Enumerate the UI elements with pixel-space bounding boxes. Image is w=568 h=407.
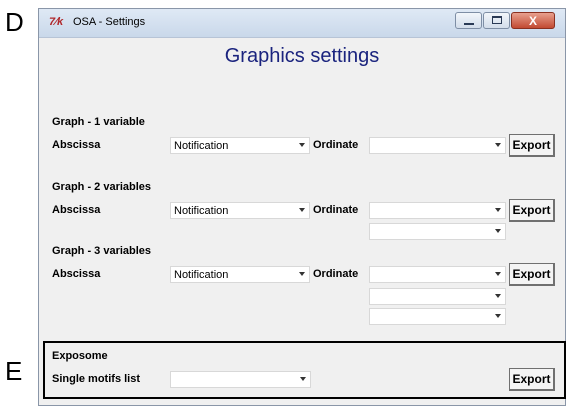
graph-3-abscissa-value: Notification: [174, 269, 229, 281]
exposome-highlight-box: [43, 341, 566, 399]
panel-letter-e: E: [5, 356, 23, 386]
graph-1-title: Graph - 1 variable: [52, 116, 145, 128]
graph-3-export-button[interactable]: Export: [509, 263, 555, 286]
chevron-down-icon: [495, 314, 501, 318]
graph-1-abscissa-value: Notification: [174, 140, 229, 152]
graph-1-ordinate-select-1[interactable]: [369, 137, 506, 154]
page-title: Graphics settings: [224, 45, 380, 67]
minimize-button[interactable]: [455, 12, 482, 29]
title-bar[interactable]: 7⁄k OSA - Settings X: [39, 9, 565, 38]
tk-feather-icon: 7⁄k: [49, 16, 64, 28]
graph-3-ordinate-label: Ordinate: [313, 268, 359, 280]
graph-2-abscissa-label: Abscissa: [52, 204, 101, 216]
chevron-down-icon: [495, 294, 501, 298]
graph-3-ordinate-select-1[interactable]: [369, 266, 506, 283]
graph-3-ordinate-select-2[interactable]: [369, 288, 506, 305]
graph-3-abscissa-select[interactable]: Notification: [170, 266, 310, 283]
chevron-down-icon: [495, 143, 501, 147]
chevron-down-icon: [495, 208, 501, 212]
graph-3-title: Graph - 3 variables: [52, 245, 152, 257]
graph-1-abscissa-label: Abscissa: [52, 139, 101, 151]
graph-2-abscissa-value: Notification: [174, 205, 229, 217]
graph-1-ordinate-label: Ordinate: [313, 139, 359, 151]
chevron-down-icon: [299, 272, 305, 276]
close-icon: X: [528, 14, 537, 28]
chevron-down-icon: [299, 143, 305, 147]
maximize-button[interactable]: [483, 12, 510, 29]
graph-2-export-button[interactable]: Export: [509, 199, 555, 222]
graph-2-ordinate-label: Ordinate: [313, 204, 359, 216]
graph-3-ordinate-select-3[interactable]: [369, 308, 506, 325]
minimize-icon: [464, 23, 474, 25]
chevron-down-icon: [495, 272, 501, 276]
chevron-down-icon: [495, 229, 501, 233]
chevron-down-icon: [299, 208, 305, 212]
graph-1-abscissa-select[interactable]: Notification: [170, 137, 310, 154]
graph-2-ordinate-select-1[interactable]: [369, 202, 506, 219]
graph-3-abscissa-label: Abscissa: [52, 268, 101, 280]
graph-2-title: Graph - 2 variables: [52, 181, 152, 193]
graph-2-abscissa-select[interactable]: Notification: [170, 202, 310, 219]
graph-1-export-button[interactable]: Export: [509, 134, 555, 157]
close-button[interactable]: X: [511, 12, 555, 29]
graph-2-ordinate-select-2[interactable]: [369, 223, 506, 240]
maximize-icon: [492, 16, 502, 24]
window-title: OSA - Settings: [73, 16, 146, 28]
panel-letter-d: D: [5, 7, 24, 37]
